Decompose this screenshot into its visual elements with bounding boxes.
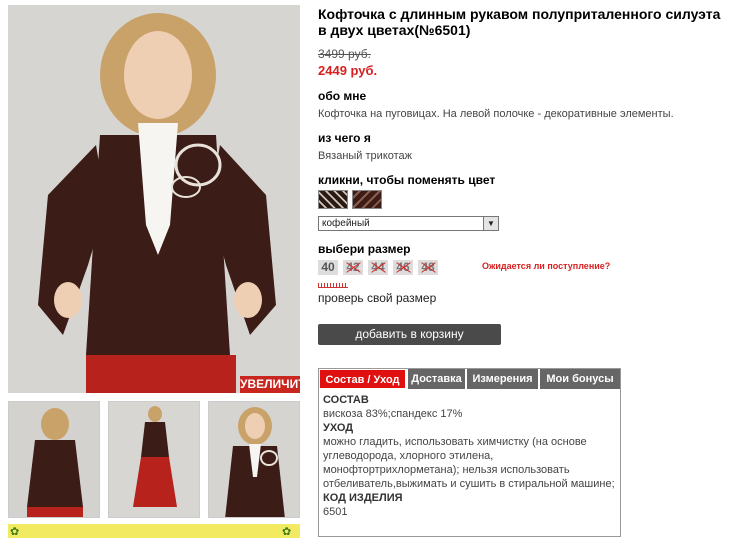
composition-text: вискоза 83%;спандекс 17% (323, 408, 463, 420)
product-code-heading: КОД ИЗДЕЛИЯ (323, 492, 403, 504)
check-size-link[interactable]: проверь свой размер (318, 291, 436, 305)
size-option-40[interactable]: 40 (318, 260, 338, 275)
tab-panel-composition: СОСТАВ вискоза 83%;спандекс 17% УХОД мож… (323, 393, 615, 519)
decorative-strip: ✿ ✿ (8, 524, 300, 538)
care-heading: УХОД (323, 422, 354, 434)
thumbnail-full-length[interactable] (108, 401, 200, 518)
size-heading: выбери размер (318, 242, 411, 256)
zoom-button[interactable]: УВЕЛИЧИТЬ (240, 376, 314, 393)
add-to-cart-button[interactable]: добавить в корзину (318, 324, 501, 345)
tab-bonuses[interactable]: Мои бонусы (540, 369, 620, 389)
size-option-42[interactable]: 42 (343, 260, 363, 275)
color-swatch-brown[interactable] (352, 190, 382, 209)
chevron-down-icon[interactable]: ▼ (483, 217, 498, 230)
care-text: можно гладить, использовать химчистку (н… (323, 436, 615, 490)
color-swatch-pattern[interactable] (318, 190, 348, 209)
size-option-44[interactable]: 44 (368, 260, 388, 275)
tab-measurements[interactable]: Измерения (467, 369, 538, 389)
flower-icon: ✿ (10, 526, 20, 538)
thumbnail-back-view[interactable] (8, 401, 100, 518)
old-price: 3499 руб. (318, 47, 371, 61)
info-tabs: Состав / Уход Доставка Измерения Мои бон… (318, 368, 621, 537)
size-option-46[interactable]: 46 (393, 260, 413, 275)
main-product-photo[interactable] (8, 5, 300, 393)
ruler-icon (318, 283, 348, 288)
tab-delivery[interactable]: Доставка (408, 369, 465, 389)
new-price: 2449 руб. (318, 63, 378, 78)
composition-heading: СОСТАВ (323, 394, 369, 406)
product-title: Кофточка с длинным рукавом полуприталенн… (318, 6, 721, 38)
color-heading: кликни, чтобы поменять цвет (318, 173, 496, 187)
thumbnail-front-closeup[interactable] (208, 401, 300, 518)
color-select[interactable]: кофейный ▼ (318, 216, 499, 231)
material-text: Вязаный трикотаж (318, 150, 413, 162)
about-heading: обо мне (318, 89, 367, 103)
tab-composition-care[interactable]: Состав / Уход (319, 369, 406, 389)
product-code: 6501 (323, 506, 348, 518)
about-text: Кофточка на пуговицах. На левой полочке … (318, 108, 674, 120)
color-select-value: кофейный (322, 218, 370, 229)
restock-inquiry-link[interactable]: Ожидается ли поступление? (482, 261, 610, 271)
flower-icon: ✿ (282, 526, 292, 538)
size-option-48[interactable]: 48 (418, 260, 438, 275)
material-heading: из чего я (318, 131, 371, 145)
